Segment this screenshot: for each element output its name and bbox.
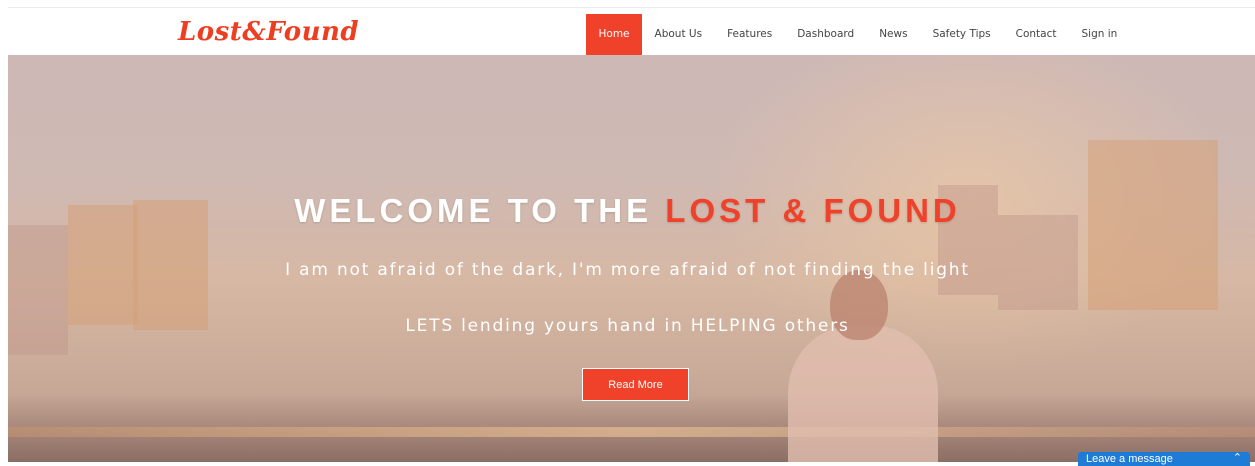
hero-title-accent: LOST & FOUND <box>665 192 961 229</box>
nav-item-news[interactable]: News <box>867 14 920 55</box>
hero-title-prefix: WELCOME TO THE <box>294 192 666 229</box>
hero-railing <box>8 427 1255 437</box>
leave-message-label: Leave a message <box>1086 453 1173 465</box>
nav-item-safety-tips[interactable]: Safety Tips <box>920 14 1003 55</box>
chevron-up-icon: ⌃ <box>1232 452 1242 464</box>
top-border <box>0 0 1255 8</box>
nav-item-dashboard[interactable]: Dashboard <box>785 14 867 55</box>
nav-item-home[interactable]: Home <box>586 14 643 55</box>
main-nav: Home About Us Features Dashboard News Sa… <box>586 14 1130 61</box>
page-left-margin <box>0 0 8 462</box>
nav-item-contact[interactable]: Contact <box>1003 14 1069 55</box>
leave-message-tab[interactable]: Leave a message ⌃ <box>1078 452 1250 466</box>
hero-title: WELCOME TO THE LOST & FOUND <box>0 192 1255 230</box>
nav-item-features[interactable]: Features <box>715 14 785 55</box>
read-more-button[interactable]: Read More <box>582 368 689 401</box>
site-logo[interactable]: Lost&Found <box>178 16 359 48</box>
hero-subtitle-1: I am not afraid of the dark, I'm more af… <box>285 260 970 280</box>
nav-item-sign-in[interactable]: Sign in <box>1069 14 1130 55</box>
nav-item-about-us[interactable]: About Us <box>642 14 715 55</box>
hero-subtitle-2: LETS lending yours hand in HELPING other… <box>405 316 850 336</box>
hero-person-figure <box>788 325 938 462</box>
top-navbar: Lost&Found Home About Us Features Dashbo… <box>0 8 1255 55</box>
